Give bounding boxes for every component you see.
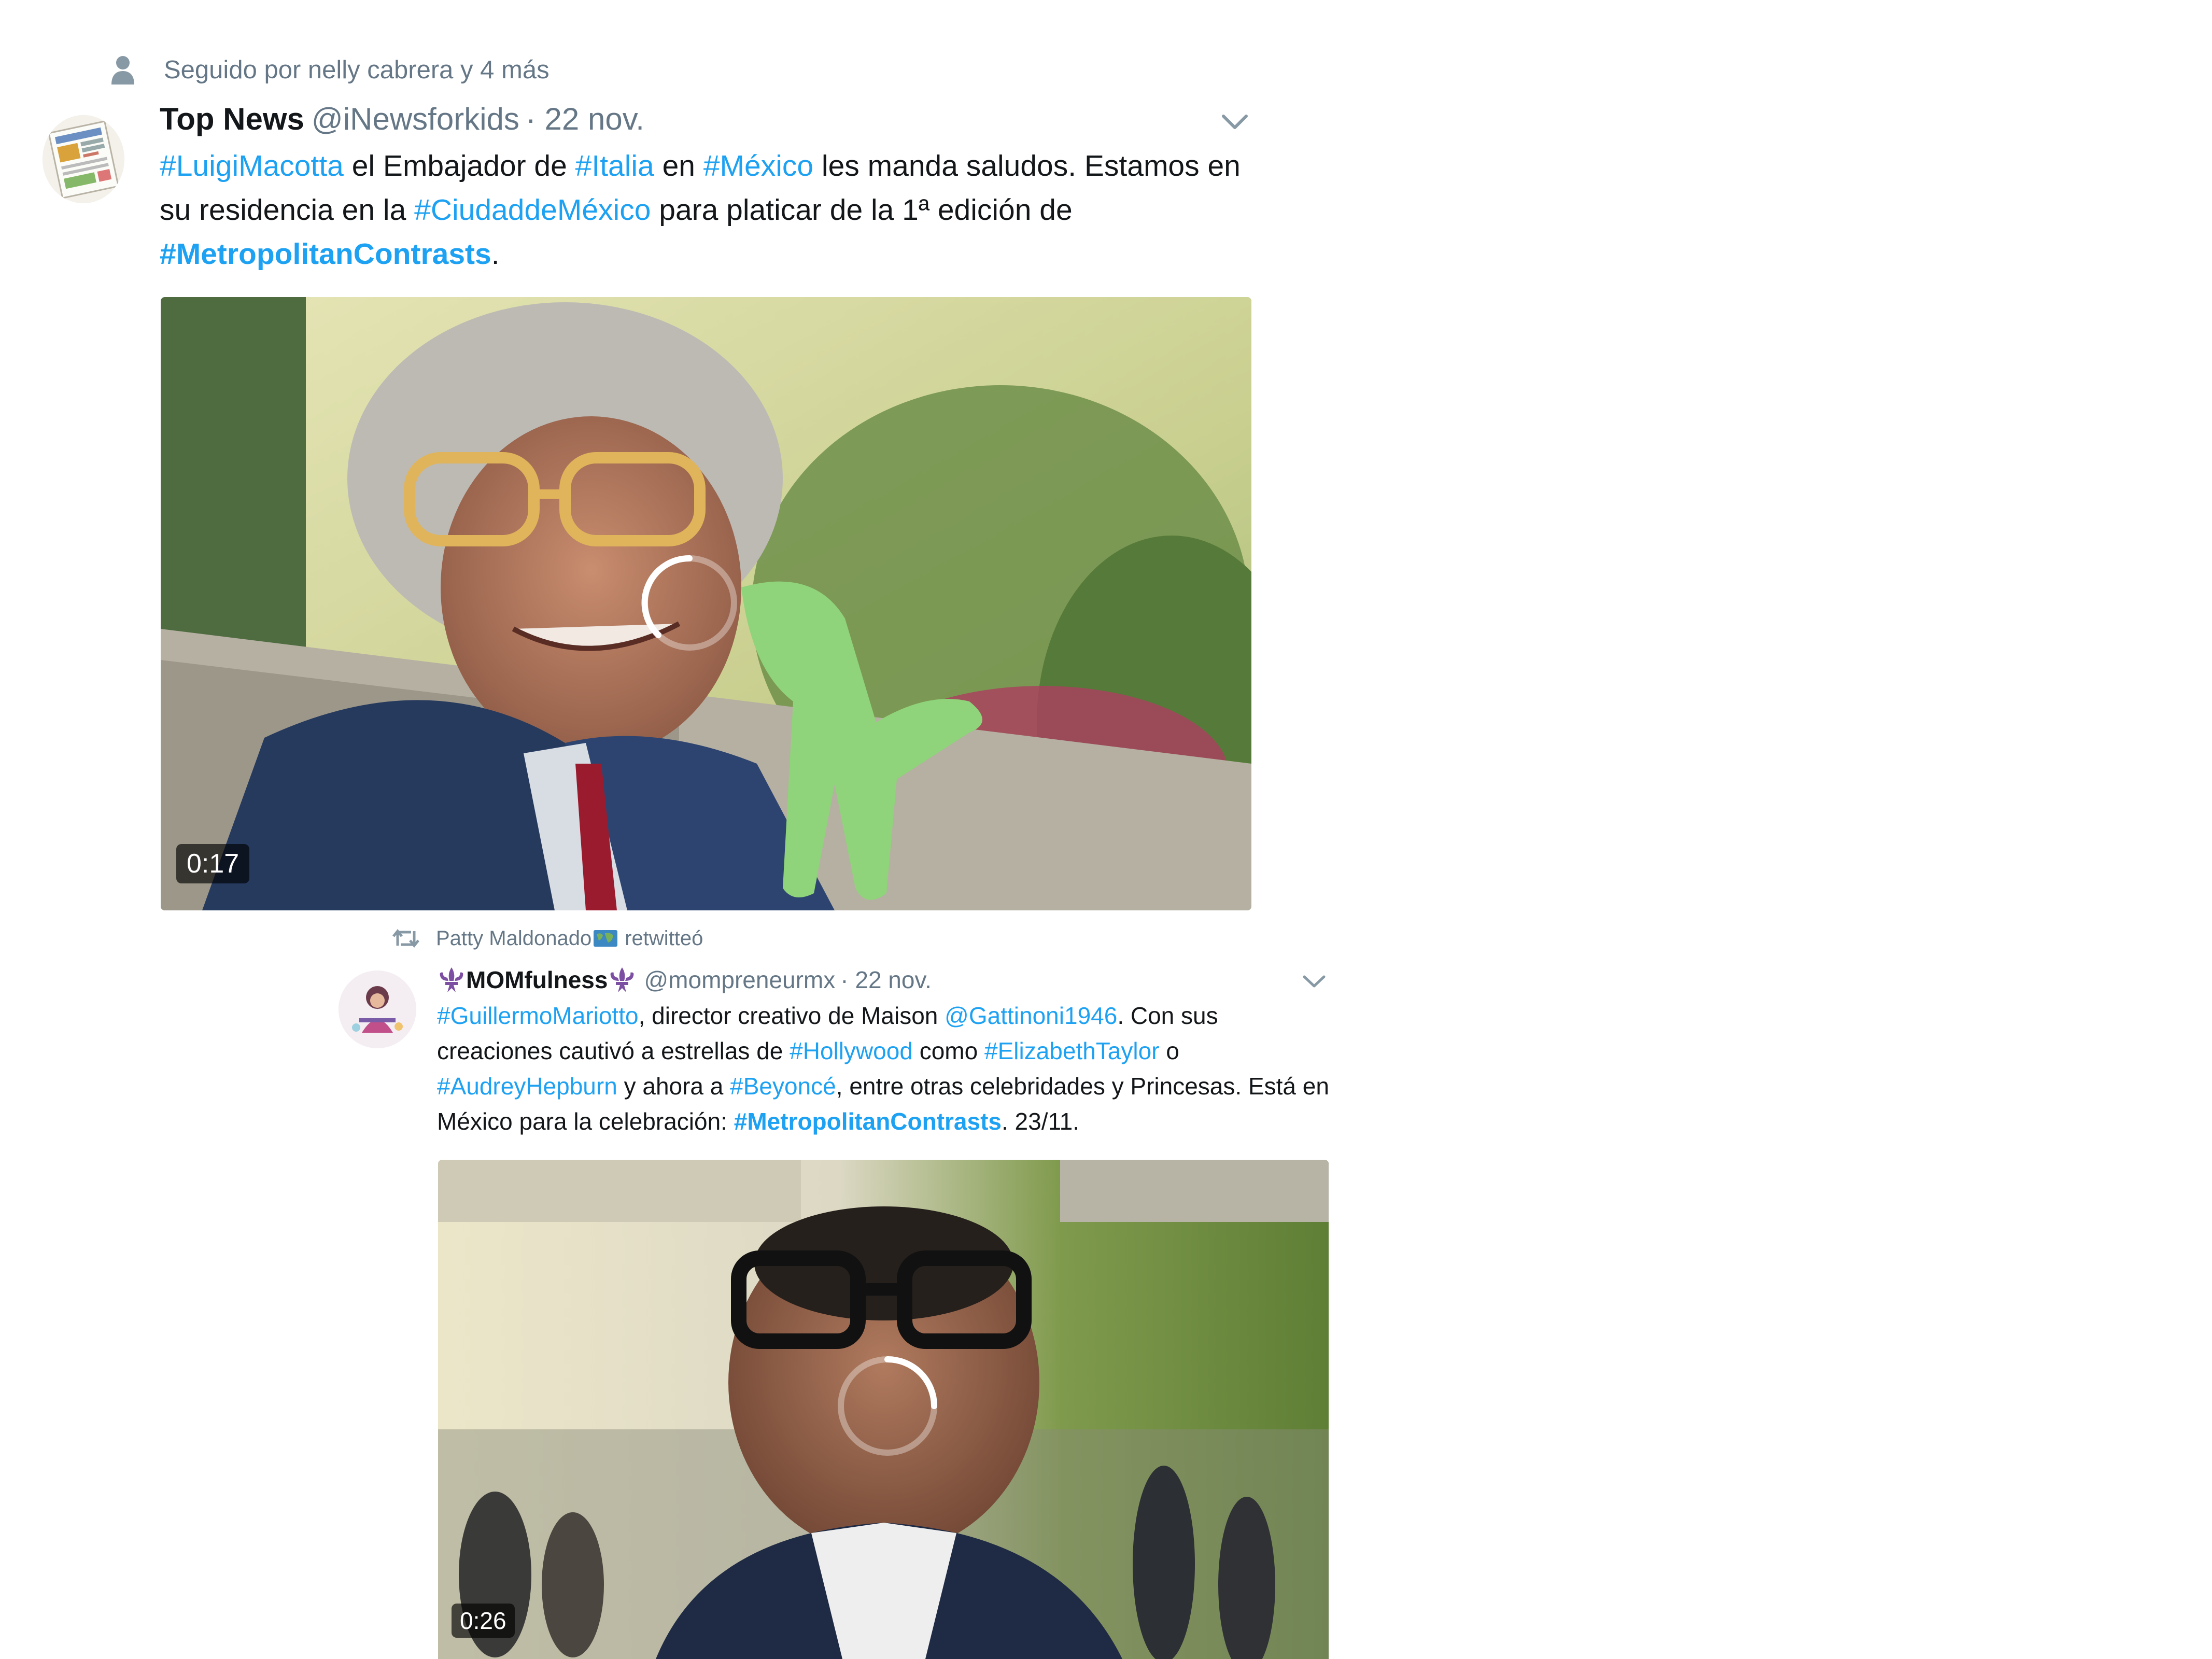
hashtag-link[interactable]: #Beyoncé [730, 1073, 836, 1100]
social-context-text[interactable]: Seguido por nelly cabrera y 4 más [164, 55, 550, 85]
avatar[interactable] [43, 115, 124, 203]
person-icon [110, 54, 136, 86]
tweet-timestamp[interactable]: · 22 nov. [526, 101, 644, 137]
chevron-down-icon[interactable] [1219, 109, 1250, 135]
world-map-emoji [594, 930, 618, 947]
hashtag-link[interactable]: #CiudaddeMéxico [414, 193, 651, 227]
tweet-timestamp[interactable]: · 22 nov. [840, 966, 932, 994]
hashtag-link[interactable]: #México [703, 149, 813, 182]
author-name[interactable]: Top News [160, 101, 304, 137]
hashtag-link[interactable]: #ElizabethTaylor [984, 1037, 1160, 1064]
tweet-header: Top News @iNewsforkids · 22 nov. [160, 101, 644, 143]
hashtag-link[interactable]: #Italia [575, 149, 654, 182]
author-name[interactable]: MOMfulness [466, 966, 608, 994]
loading-spinner-icon [838, 1356, 937, 1456]
social-context: Seguido por nelly cabrera y 4 más [110, 52, 550, 88]
fleur-de-lis-icon [437, 965, 466, 994]
author-handle[interactable]: @mompreneurmx [644, 966, 835, 994]
hashtag-link[interactable]: #Hollywood [790, 1037, 913, 1064]
hashtag-link[interactable]: #GuillermoMariotto [437, 1002, 639, 1029]
tweet-text-segment: como [912, 1037, 984, 1064]
tweet-text-segment: . 23/11. [1002, 1108, 1080, 1135]
tweet-text-segment: , director creativo de Maison [638, 1002, 945, 1029]
video-player[interactable]: 0:26 [438, 1160, 1329, 1659]
retweet-label: retwitteó [625, 926, 703, 950]
video-player[interactable]: 0:17 [161, 297, 1251, 910]
video-duration: 0:17 [176, 844, 250, 883]
tweet-text: #GuillermoMariotto, director creativo de… [437, 998, 1336, 1139]
retweet-icon [392, 928, 419, 949]
tweet-text-segment: y ahora a [617, 1073, 730, 1100]
hashtag-link[interactable]: #MetropolitanContrasts [734, 1108, 1002, 1135]
tweet-text-segment: para platicar de la 1ª edición de [651, 193, 1073, 227]
mention-link[interactable]: @Gattinoni1946 [945, 1002, 1117, 1029]
retweet-context: Patty Maldonado retwitteó [392, 923, 703, 954]
tweet-text: #LuigiMacotta el Embajador de #Italia en… [160, 144, 1274, 276]
hashtag-link[interactable]: #LuigiMacotta [160, 149, 344, 182]
fleur-de-lis-icon [608, 965, 637, 994]
author-handle[interactable]: @iNewsforkids [312, 101, 519, 137]
avatar[interactable] [339, 971, 416, 1048]
retweeter-name[interactable]: Patty Maldonado [436, 927, 591, 950]
hashtag-link[interactable]: #MetropolitanContrasts [160, 237, 491, 271]
loading-spinner-icon [641, 555, 737, 651]
chevron-down-icon[interactable] [1301, 971, 1327, 992]
tweet-text-segment: en [654, 149, 703, 182]
tweet-header: MOMfulness @mompreneurmx · 22 nov. [437, 962, 932, 998]
hashtag-link[interactable]: #AudreyHepburn [437, 1073, 617, 1100]
tweet-text-segment: el Embajador de [343, 149, 575, 182]
tweet-text-segment: . [491, 237, 500, 271]
tweet-text-segment: o [1159, 1037, 1179, 1064]
video-duration: 0:26 [452, 1604, 515, 1638]
